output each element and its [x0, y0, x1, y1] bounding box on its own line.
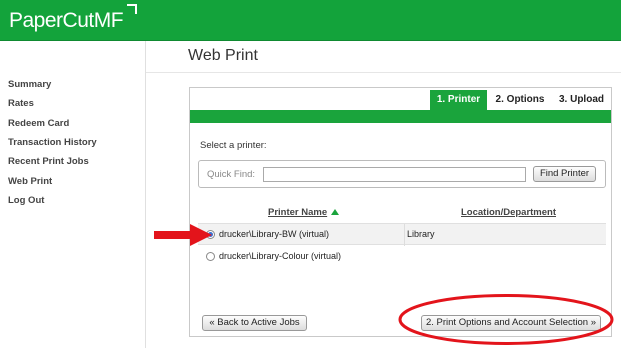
wizard-tabs: 1. Printer 2. Options 3. Upload [190, 88, 611, 110]
quick-find-input[interactable] [263, 167, 526, 182]
page-title: Web Print [188, 47, 258, 64]
find-printer-button[interactable]: Find Printer [533, 166, 596, 182]
tab-upload[interactable]: 3. Upload [553, 90, 610, 110]
sidebar-item-summary[interactable]: Summary [8, 79, 51, 90]
select-printer-label: Select a printer: [200, 140, 267, 151]
printer-name: drucker\Library-BW (virtual) [219, 229, 330, 239]
column-printer-name-label: Printer Name [268, 207, 328, 218]
sidebar-item-web-print[interactable]: Web Print [8, 176, 52, 187]
sidebar-item-rates[interactable]: Rates [8, 98, 34, 109]
column-location[interactable]: Location/Department [461, 207, 556, 218]
sidebar-item-redeem-card[interactable]: Redeem Card [8, 118, 69, 129]
printer-location: Library [407, 229, 435, 239]
logo-text: PaperCut [9, 9, 94, 32]
printer-radio[interactable] [206, 252, 215, 261]
papercut-logo: PaperCutMF [9, 9, 124, 33]
column-printer-name[interactable]: Printer Name [268, 207, 340, 218]
logo-suffix: MF [93, 9, 124, 32]
red-oval-annotation-icon [398, 294, 614, 345]
app-header: PaperCutMF [0, 0, 621, 41]
sidebar-item-transaction-history[interactable]: Transaction History [8, 137, 97, 148]
table-row[interactable]: drucker\Library-Colour (virtual) [198, 246, 606, 268]
tab-options[interactable]: 2. Options [490, 90, 550, 110]
sort-ascending-icon[interactable] [331, 209, 340, 215]
tab-underline-bar [190, 110, 611, 123]
title-divider [146, 72, 621, 73]
column-divider [404, 224, 405, 246]
back-to-active-jobs-button[interactable]: « Back to Active Jobs [202, 315, 307, 331]
table-row[interactable]: drucker\Library-BW (virtual) Library [198, 223, 606, 246]
red-arrow-annotation-icon [154, 224, 212, 246]
sidebar-item-recent-print-jobs[interactable]: Recent Print Jobs [8, 156, 89, 167]
logo-corner-icon [127, 4, 137, 14]
printer-name: drucker\Library-Colour (virtual) [219, 251, 342, 261]
tab-printer[interactable]: 1. Printer [430, 90, 487, 110]
quick-find-box: Quick Find: Find Printer [198, 160, 606, 188]
sidebar: Summary Rates Redeem Card Transaction Hi… [0, 41, 146, 348]
quick-find-label: Quick Find: [207, 169, 256, 180]
sidebar-item-log-out[interactable]: Log Out [8, 195, 44, 206]
